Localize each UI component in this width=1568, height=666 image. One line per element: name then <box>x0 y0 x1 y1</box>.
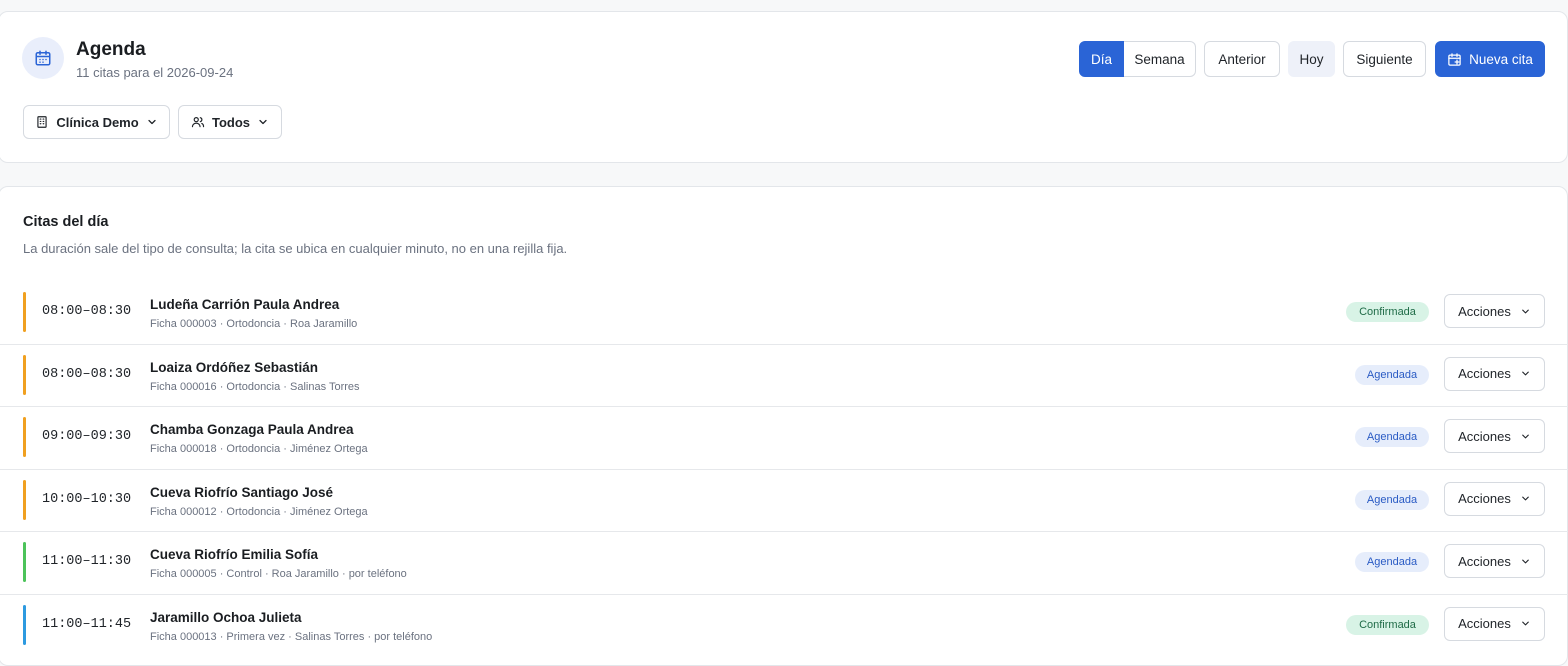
chevron-down-icon <box>146 116 158 128</box>
appointment-meta: Ficha 000016 · Ortodoncia · Salinas Torr… <box>150 380 360 393</box>
appointment-time: 09:00–09:30 <box>42 429 132 444</box>
appointment-row[interactable]: 08:00–08:30 Loaiza Ordóñez Sebastián Fic… <box>0 345 1568 407</box>
appointment-color-bar <box>23 417 26 457</box>
status-badge: Agendada <box>1355 552 1429 572</box>
appointment-meta: Ficha 000018 · Ortodoncia · Jiménez Orte… <box>150 443 368 455</box>
page-title: Agenda <box>76 39 146 60</box>
appointment-time: 08:00–08:30 <box>42 304 132 319</box>
appointment-row[interactable]: 10:00–10:30 Cueva Riofrío Santiago José … <box>0 470 1568 532</box>
view-week-button[interactable]: Semana <box>1124 41 1196 77</box>
status-badge: Agendada <box>1355 489 1429 510</box>
actions-label: Acciones <box>1458 491 1511 506</box>
chevron-down-icon <box>257 116 269 128</box>
building-icon <box>35 115 49 129</box>
actions-label: Acciones <box>1458 428 1511 444</box>
appointment-meta: Ficha 000012 · Ortodoncia · Jiménez Orte… <box>150 505 368 518</box>
actions-label: Acciones <box>1458 366 1511 381</box>
status-badge: Agendada <box>1355 427 1429 447</box>
appointment-color-bar <box>23 354 26 395</box>
clinic-filter-label: Clínica Demo <box>56 114 139 130</box>
appointment-color-bar <box>23 479 26 520</box>
appointments-card: Citas del día La duración sale del tipo … <box>0 186 1568 666</box>
staff-filter-dropdown[interactable]: Todos <box>178 105 282 139</box>
actions-dropdown[interactable]: Acciones <box>1444 419 1545 453</box>
actions-label: Acciones <box>1458 303 1511 319</box>
patient-name: Cueva Riofrío Emilia Sofía <box>150 547 319 562</box>
appointment-time: 10:00–10:30 <box>42 491 132 507</box>
calendar-icon <box>22 37 64 79</box>
appointment-row[interactable]: 09:00–09:30 Chamba Gonzaga Paula Andrea … <box>0 407 1568 470</box>
chevron-down-icon <box>1520 493 1531 504</box>
chevron-down-icon <box>1520 368 1531 379</box>
appointment-time: 11:00–11:45 <box>42 616 132 632</box>
patient-name: Cueva Riofrío Santiago José <box>150 484 334 500</box>
appointment-meta: Ficha 000005 · Control · Roa Jaramillo ·… <box>150 568 407 580</box>
appointment-time: 11:00–11:30 <box>42 554 132 569</box>
users-icon <box>191 115 205 129</box>
chevron-down-icon <box>1520 556 1531 567</box>
patient-name: Jaramillo Ochoa Julieta <box>150 609 302 625</box>
agenda-header-card: Agenda 11 citas para el 2026-09-24 Día S… <box>0 11 1568 163</box>
actions-label: Acciones <box>1458 553 1511 569</box>
actions-dropdown[interactable]: Acciones <box>1444 544 1545 578</box>
today-button[interactable]: Hoy <box>1288 41 1335 77</box>
actions-dropdown[interactable]: Acciones <box>1444 606 1545 641</box>
calendar-plus-icon <box>1447 52 1462 67</box>
patient-name: Loaiza Ordóñez Sebastián <box>150 359 319 375</box>
actions-dropdown[interactable]: Acciones <box>1444 481 1545 516</box>
view-toggle: Día Semana <box>1079 41 1196 77</box>
patient-name: Chamba Gonzaga Paula Andrea <box>150 422 354 437</box>
status-badge: Confirmada <box>1346 614 1429 635</box>
view-day-button[interactable]: Día <box>1079 41 1124 77</box>
staff-filter-label: Todos <box>211 114 251 130</box>
new-appointment-label: Nueva cita <box>1469 51 1533 67</box>
section-title: Citas del día <box>23 214 109 230</box>
chevron-down-icon <box>1520 618 1531 629</box>
appointment-color-bar <box>23 604 26 645</box>
appointment-meta: Ficha 000003 · Ortodoncia · Roa Jaramill… <box>150 318 358 330</box>
previous-button[interactable]: Anterior <box>1204 41 1280 77</box>
actions-dropdown[interactable]: Acciones <box>1444 294 1545 328</box>
clinic-filter-dropdown[interactable]: Clínica Demo <box>23 105 170 139</box>
patient-name: Ludeña Carrión Paula Andrea <box>150 297 340 312</box>
status-badge: Confirmada <box>1346 302 1429 322</box>
appointment-row[interactable]: 11:00–11:30 Cueva Riofrío Emilia Sofía F… <box>0 532 1568 595</box>
next-button[interactable]: Siguiente <box>1343 41 1426 77</box>
appointment-color-bar <box>23 542 26 582</box>
appointment-row[interactable]: 08:00–08:30 Ludeña Carrión Paula Andrea … <box>0 282 1568 345</box>
section-description: La duración sale del tipo de consulta; l… <box>23 241 568 256</box>
appointment-meta: Ficha 000013 · Primera vez · Salinas Tor… <box>150 630 433 643</box>
appointment-list: 08:00–08:30 Ludeña Carrión Paula Andrea … <box>0 282 1568 657</box>
chevron-down-icon <box>1520 431 1531 442</box>
status-badge: Agendada <box>1355 364 1429 385</box>
actions-label: Acciones <box>1458 616 1511 631</box>
actions-dropdown[interactable]: Acciones <box>1444 356 1545 391</box>
new-appointment-button[interactable]: Nueva cita <box>1435 41 1545 77</box>
chevron-down-icon <box>1520 306 1531 317</box>
appointment-time: 08:00–08:30 <box>42 366 132 382</box>
page-subtitle: 11 citas para el 2026-09-24 <box>76 65 234 80</box>
appointment-color-bar <box>23 292 26 332</box>
